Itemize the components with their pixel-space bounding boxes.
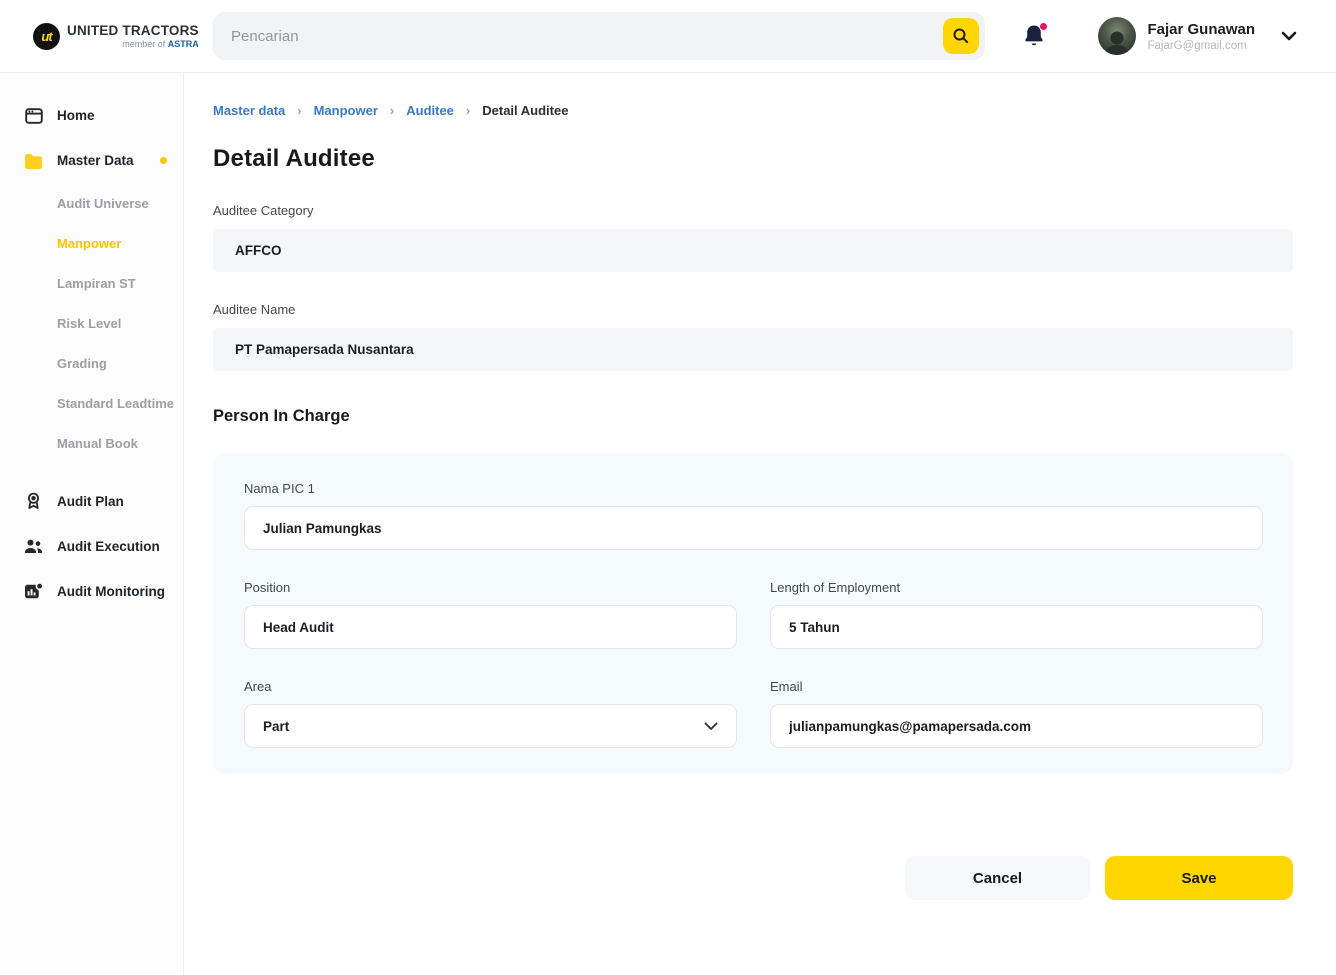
- auditee-category-value: AFFCO: [213, 229, 1293, 272]
- position-label: Position: [244, 580, 737, 595]
- sidebar-item-audit-execution[interactable]: Audit Execution: [0, 524, 183, 569]
- person-in-charge-card: Nama PIC 1 Position Length of Employment…: [213, 453, 1293, 774]
- cancel-button[interactable]: Cancel: [905, 856, 1090, 900]
- sidebar-item-grading[interactable]: Grading: [0, 343, 183, 383]
- user-menu[interactable]: Fajar Gunawan FajarG@gmail.com: [1098, 17, 1297, 55]
- active-section-dot: [160, 157, 167, 164]
- breadcrumb-auditee[interactable]: Auditee: [406, 103, 454, 118]
- email-input[interactable]: [770, 704, 1263, 748]
- save-button[interactable]: Save: [1105, 856, 1293, 900]
- length-of-employment-label: Length of Employment: [770, 580, 1263, 595]
- users-icon: [24, 539, 43, 554]
- sidebar-item-audit-universe[interactable]: Audit Universe: [0, 183, 183, 223]
- email-label: Email: [770, 679, 1263, 694]
- length-of-employment-input[interactable]: [770, 605, 1263, 649]
- medal-icon: [24, 492, 43, 511]
- breadcrumb-manpower[interactable]: Manpower: [314, 103, 378, 118]
- notification-badge-dot: [1039, 22, 1048, 31]
- folder-icon: [24, 153, 43, 169]
- main-content: Master data › Manpower › Auditee › Detai…: [213, 73, 1293, 900]
- position-input[interactable]: [244, 605, 737, 649]
- chevron-down-icon: [704, 722, 718, 731]
- breadcrumb-master-data[interactable]: Master data: [213, 103, 285, 118]
- sidebar-item-manpower[interactable]: Manpower: [0, 223, 183, 263]
- monitor-chart-icon: [24, 583, 43, 600]
- sidebar-item-lampiran-st[interactable]: Lampiran ST: [0, 263, 183, 303]
- auditee-name-label: Auditee Name: [213, 302, 1293, 317]
- sidebar-item-audit-plan[interactable]: Audit Plan: [0, 479, 183, 524]
- brand-name: UNITED TRACTORS: [67, 23, 199, 38]
- sidebar: Home Master Data Audit Universe Manpower…: [0, 73, 184, 975]
- sidebar-item-audit-monitoring[interactable]: Audit Monitoring: [0, 569, 183, 614]
- search-icon: [952, 27, 970, 45]
- master-data-submenu: Audit Universe Manpower Lampiran ST Risk…: [0, 183, 183, 463]
- auditee-name-value: PT Pamapersada Nusantara: [213, 328, 1293, 371]
- form-actions: Cancel Save: [213, 856, 1293, 900]
- breadcrumb: Master data › Manpower › Auditee › Detai…: [213, 103, 1293, 118]
- breadcrumb-separator: ›: [466, 103, 470, 118]
- area-select[interactable]: Part: [244, 704, 737, 748]
- brand-member-line: member of ASTRA: [122, 39, 199, 49]
- sidebar-item-master-data[interactable]: Master Data: [0, 138, 183, 183]
- search-button[interactable]: [943, 18, 979, 54]
- breadcrumb-separator: ›: [297, 103, 301, 118]
- sidebar-item-standard-leadtime[interactable]: Standard Leadtime: [0, 383, 183, 423]
- area-label: Area: [244, 679, 737, 694]
- top-bar: ut UNITED TRACTORS member of ASTRA: [0, 0, 1336, 73]
- page-title: Detail Auditee: [213, 145, 1293, 173]
- chevron-down-icon: [1281, 31, 1297, 41]
- nama-pic-input[interactable]: [244, 506, 1263, 550]
- united-tractors-logo-icon: ut: [33, 23, 60, 50]
- user-email: FajarG@gmail.com: [1147, 40, 1255, 52]
- nama-pic-label: Nama PIC 1: [244, 481, 1263, 496]
- global-search: [213, 12, 985, 60]
- notifications-button[interactable]: [1022, 23, 1046, 49]
- avatar: [1098, 17, 1136, 55]
- app-logo: ut UNITED TRACTORS member of ASTRA: [0, 23, 213, 50]
- user-name: Fajar Gunawan: [1147, 21, 1255, 39]
- window-icon: [24, 107, 43, 125]
- sidebar-item-risk-level[interactable]: Risk Level: [0, 303, 183, 343]
- breadcrumb-current: Detail Auditee: [482, 103, 568, 118]
- area-select-value: Part: [263, 719, 289, 734]
- auditee-category-label: Auditee Category: [213, 203, 1293, 218]
- sidebar-item-manual-book[interactable]: Manual Book: [0, 423, 183, 463]
- sidebar-item-home[interactable]: Home: [0, 93, 183, 138]
- breadcrumb-separator: ›: [390, 103, 394, 118]
- person-in-charge-heading: Person In Charge: [213, 407, 1293, 426]
- search-input[interactable]: [231, 28, 943, 45]
